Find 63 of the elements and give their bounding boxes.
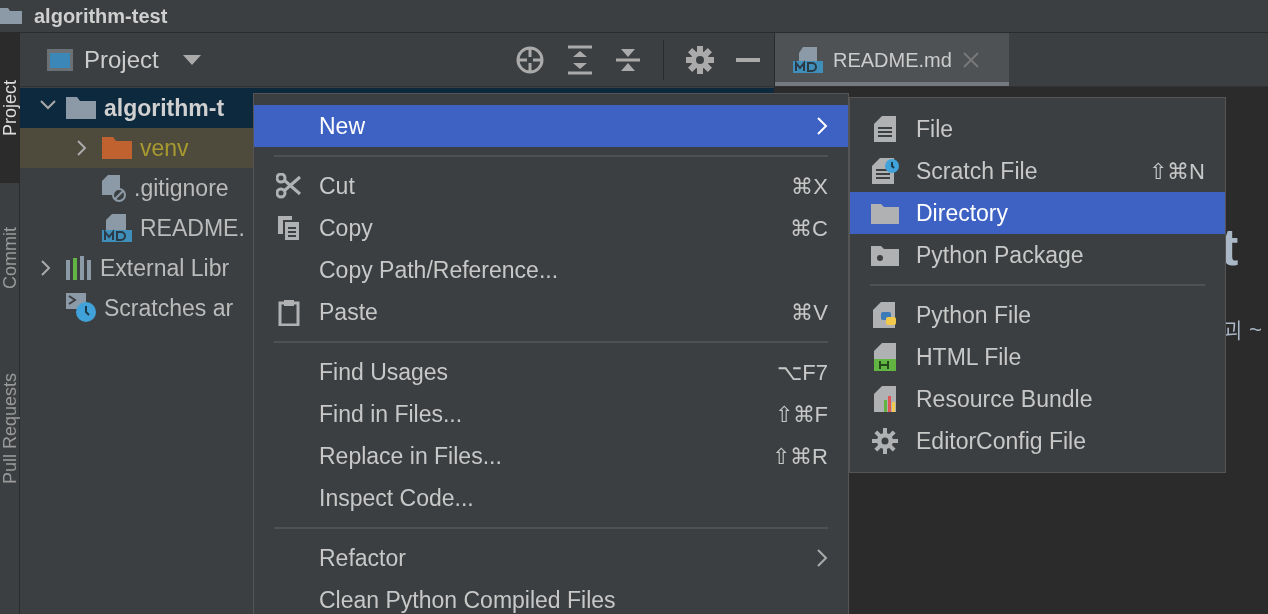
tool-window-tab[interactable]: Project: [0, 33, 20, 183]
expand-all-icon[interactable]: [567, 44, 593, 75]
markdown-file-icon: [102, 214, 132, 242]
menu-item[interactable]: Copy Path/Reference...: [254, 249, 848, 291]
menu-item[interactable]: Find in Files... ⇧⌘F: [254, 393, 848, 435]
file-icon: [874, 116, 896, 142]
menu-item[interactable]: Resource Bundle: [850, 378, 1225, 420]
menu-item[interactable]: Clean Python Compiled Files: [254, 579, 848, 614]
shortcut-text: ⇧⌘F: [774, 400, 828, 429]
menu-item[interactable]: Refactor: [254, 537, 848, 579]
locate-icon[interactable]: [515, 44, 545, 75]
tree-item-label[interactable]: Scratches ar: [104, 290, 234, 326]
resource-bundle-icon: [874, 386, 896, 412]
shortcut-text: ⇧⌘N: [1149, 157, 1205, 186]
editor-tab[interactable]: README.md: [775, 33, 1009, 86]
tree-item-label[interactable]: External Libr: [100, 250, 230, 286]
menu-item[interactable]: New: [254, 105, 848, 147]
markdown-file-icon: [793, 46, 823, 73]
scissors-icon: [275, 173, 302, 199]
ignored-file-icon: [102, 174, 126, 202]
copy-icon: [276, 214, 301, 242]
menu-item[interactable]: Find Usages ⌥F7: [254, 351, 848, 393]
shortcut-text: ⌘X: [791, 172, 828, 201]
tree-item-label[interactable]: .gitignore: [134, 170, 229, 206]
tool-window-tab[interactable]: Commit: [0, 183, 20, 333]
menu-item[interactable]: Scratch File ⇧⌘N: [850, 150, 1225, 192]
panel-title: Project: [84, 44, 159, 75]
scratches-icon: [66, 293, 96, 323]
shortcut-text: ⌥F7: [777, 358, 828, 387]
package-folder-icon: [871, 244, 899, 266]
menu-item[interactable]: Directory: [850, 192, 1225, 234]
menu-item[interactable]: File: [850, 108, 1225, 150]
shortcut-text: ⇧⌘R: [772, 442, 828, 471]
shortcut-text: ⌘C: [790, 214, 828, 243]
collapsed-chevron-icon[interactable]: [76, 139, 87, 157]
menu-item[interactable]: Python File: [850, 294, 1225, 336]
clipboard-icon: [277, 298, 300, 326]
tool-window-tab[interactable]: Pull Requests: [0, 333, 20, 523]
menu-item[interactable]: Copy ⌘C: [254, 207, 848, 249]
window-title: algorithm-test: [34, 4, 168, 29]
menu-item[interactable]: Python Package: [850, 234, 1225, 276]
menu-item[interactable]: HTML File: [850, 336, 1225, 378]
python-file-icon: [873, 302, 897, 328]
menu-item[interactable]: Paste ⌘V: [254, 291, 848, 333]
library-icon: [66, 256, 92, 280]
menu-item[interactable]: EditorConfig File: [850, 420, 1225, 462]
tab-label: README.md: [833, 47, 952, 73]
tree-item-label[interactable]: algorithm-t: [104, 90, 225, 126]
shortcut-text: ⌘V: [791, 298, 828, 327]
menu-item[interactable]: Inspect Code...: [254, 477, 848, 519]
panel-icon: [46, 47, 74, 72]
folder-icon: [871, 202, 899, 224]
collapsed-chevron-icon[interactable]: [40, 259, 51, 277]
menu-item[interactable]: Cut ⌘X: [254, 165, 848, 207]
tree-item-label[interactable]: README.: [140, 210, 245, 246]
folder-icon: [0, 8, 22, 24]
minimize-icon[interactable]: [736, 57, 760, 62]
menu-item[interactable]: Replace in Files... ⇧⌘R: [254, 435, 848, 477]
dropdown-caret-icon[interactable]: [182, 54, 201, 65]
scratch-file-icon: [871, 158, 899, 184]
folder-icon: [66, 97, 96, 119]
html-file-icon: [874, 343, 896, 371]
folder-icon: [102, 137, 132, 159]
